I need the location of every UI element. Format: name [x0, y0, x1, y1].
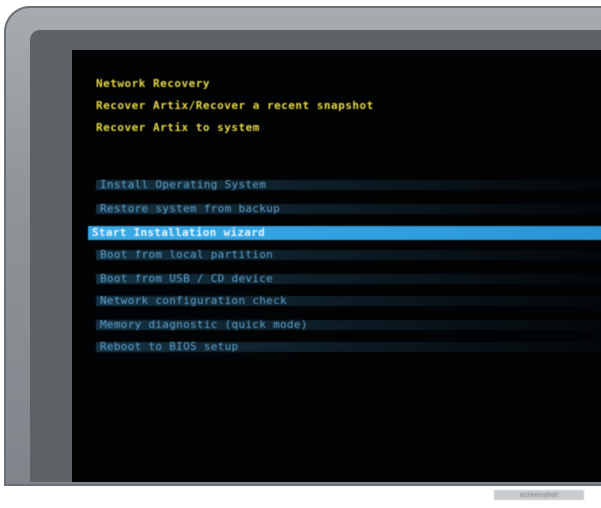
menu-item-label: Install Operating System — [100, 178, 267, 191]
boot-menu-item[interactable]: Network configuration check — [96, 294, 601, 308]
header-line-description: Recover Artix to system — [96, 121, 260, 134]
menu-item-label: Boot from local partition — [100, 248, 274, 261]
boot-menu-item[interactable]: Reboot to BIOS setup — [96, 340, 601, 354]
menu-item-label: Restore system from backup — [100, 202, 280, 215]
boot-menu-item[interactable]: Install Operating System — [96, 178, 601, 192]
boot-menu-item[interactable]: Boot from USB / CD device — [96, 272, 601, 286]
boot-menu-item[interactable]: Boot from local partition — [96, 248, 601, 262]
boot-menu-item[interactable]: Restore system from backup — [96, 202, 601, 216]
boot-menu-item[interactable]: Memory diagnostic (quick mode) — [96, 318, 601, 332]
menu-item-label: Memory diagnostic (quick mode) — [100, 318, 308, 331]
image-corner-label: screenshot — [494, 490, 584, 500]
header-line-subtitle: Recover Artix/Recover a recent snapshot — [96, 99, 374, 112]
menu-item-label: Boot from USB / CD device — [100, 272, 274, 285]
header-line-title: Network Recovery — [96, 77, 210, 90]
menu-item-label: Network configuration check — [100, 294, 287, 307]
menu-item-label: Start Installation wizard — [92, 226, 266, 239]
terminal-screen: Network Recovery Recover Artix/Recover a… — [72, 50, 601, 482]
menu-item-label: Reboot to BIOS setup — [100, 340, 239, 353]
boot-menu-item-selected[interactable]: Start Installation wizard — [88, 224, 601, 242]
